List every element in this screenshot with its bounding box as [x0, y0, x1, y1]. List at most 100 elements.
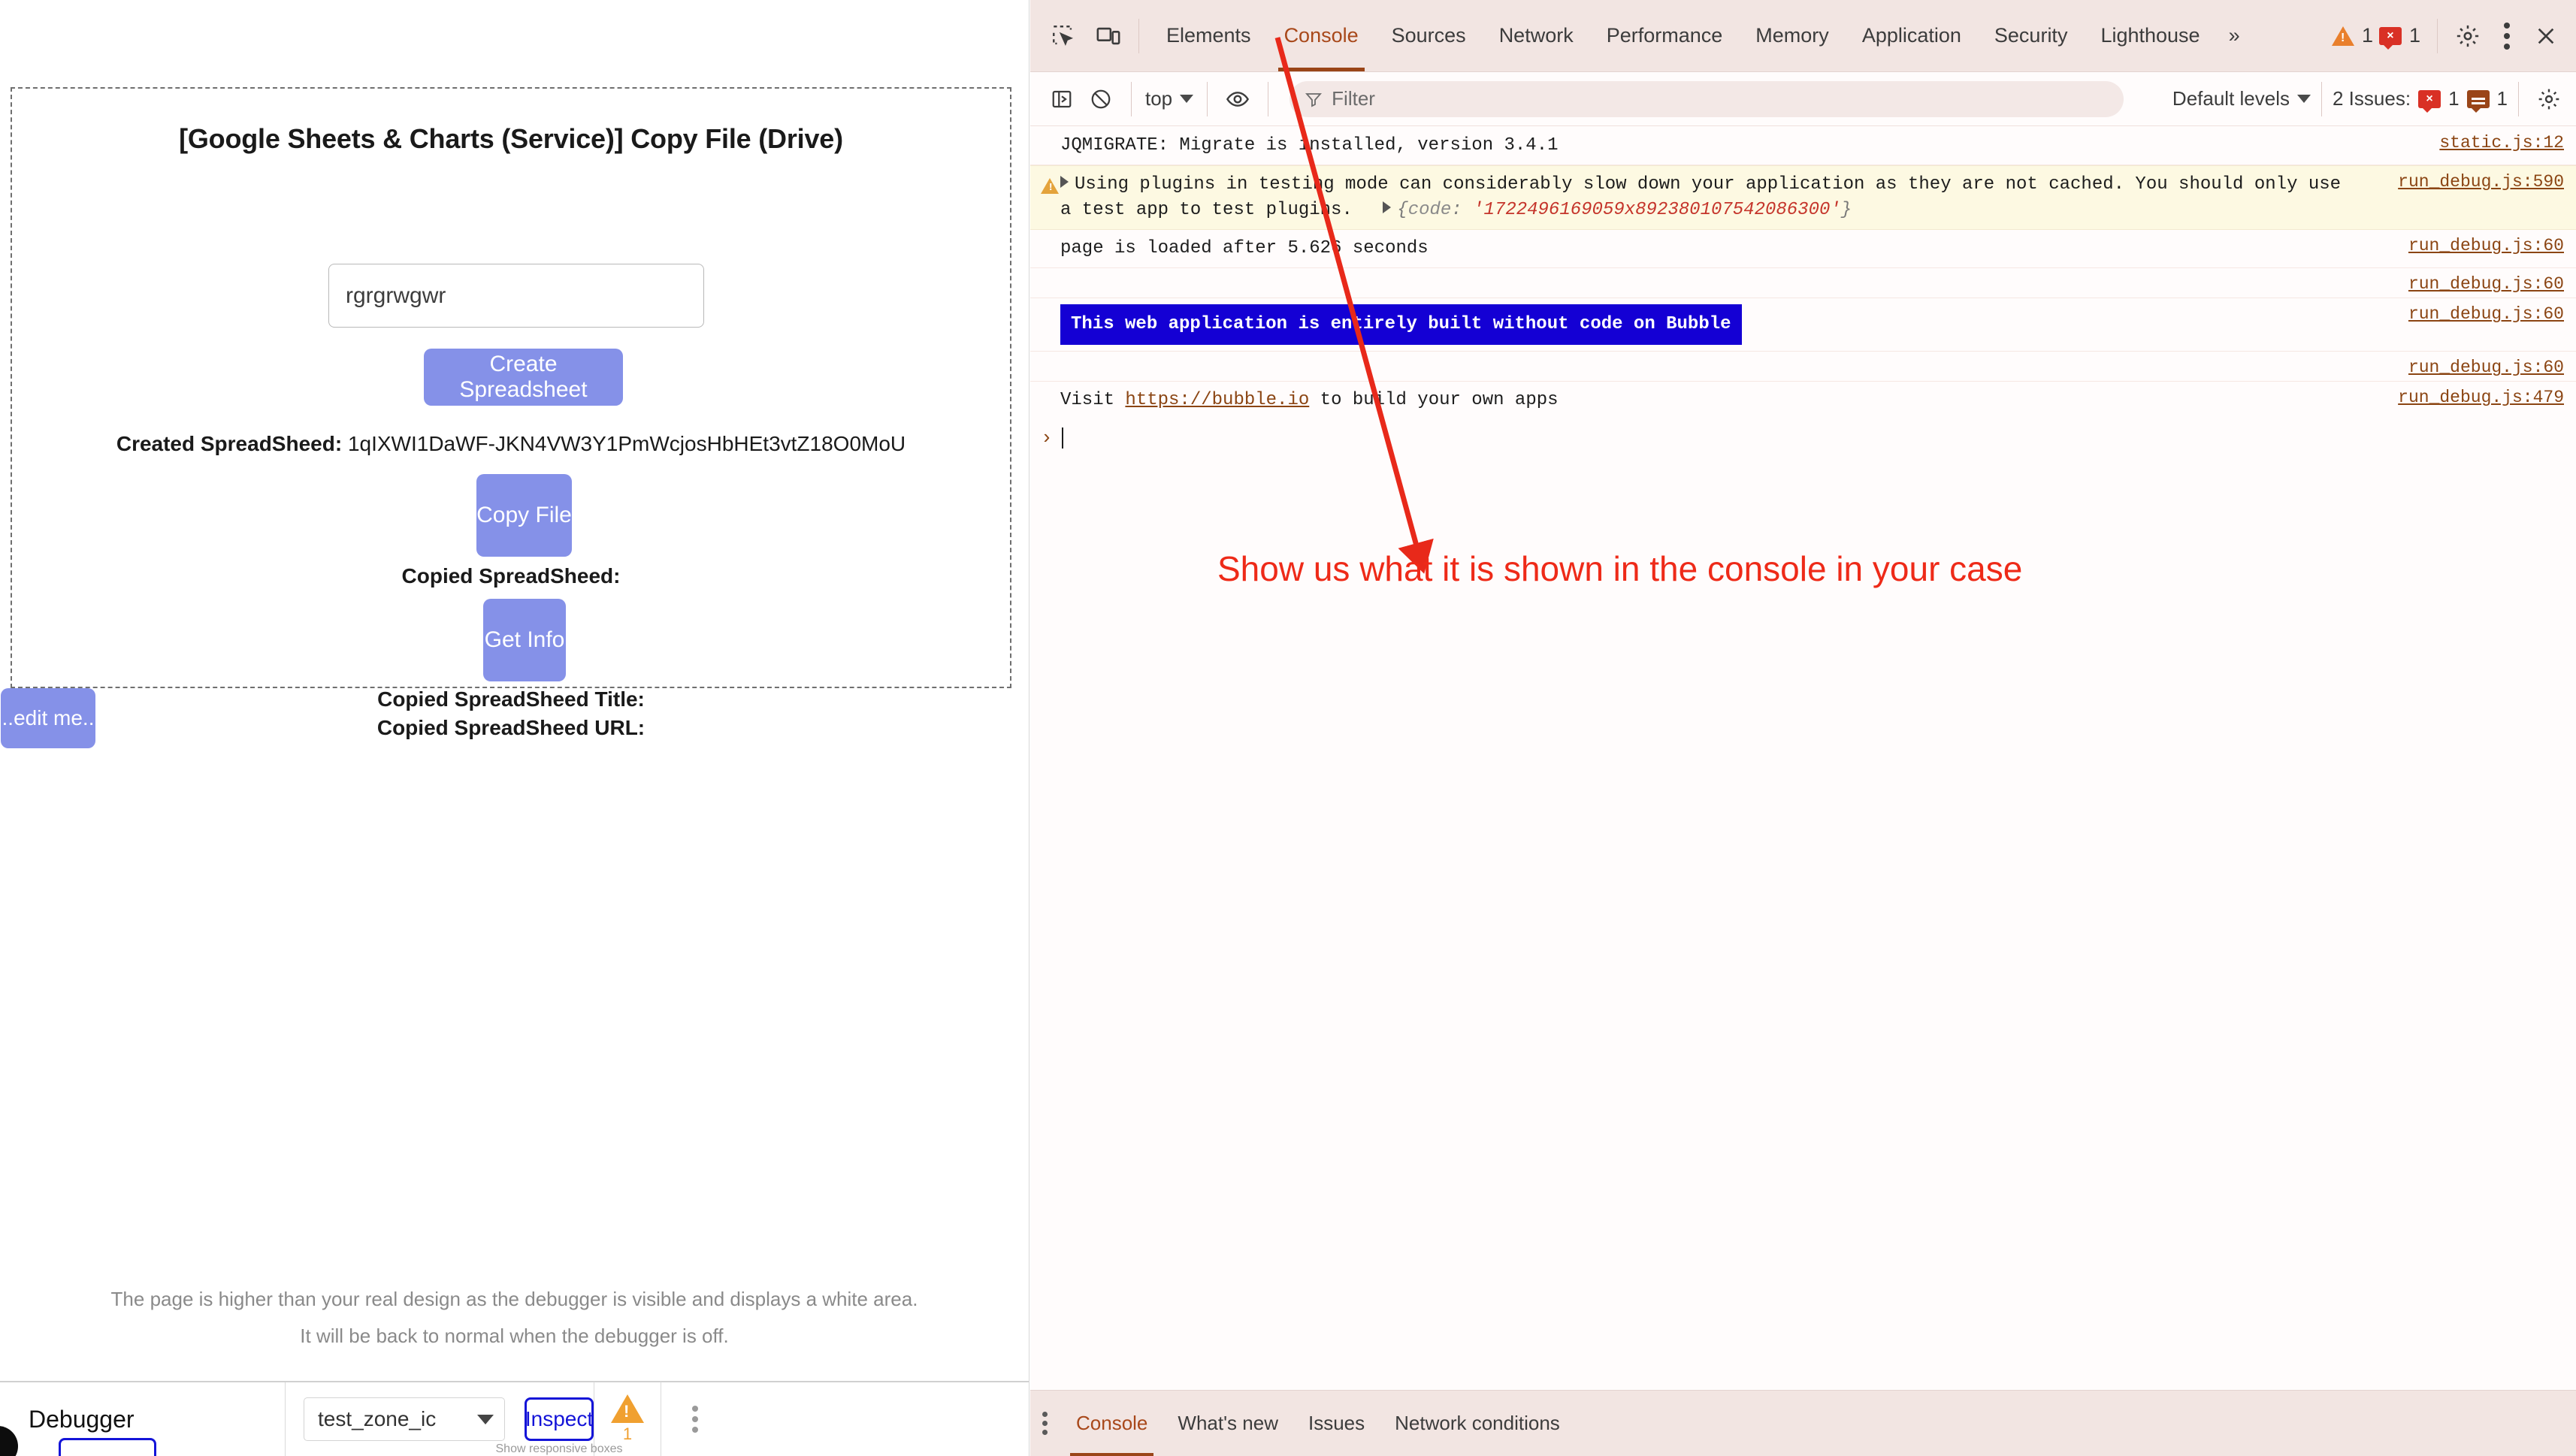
kebab-menu-icon[interactable] — [2487, 17, 2526, 56]
expand-arrow-icon[interactable] — [1383, 201, 1392, 214]
bubble-io-link[interactable]: https://bubble.io — [1125, 390, 1309, 410]
console-toolbar-right: Default levels 2 Issues: × 1 1 — [2172, 80, 2576, 119]
divider — [2321, 81, 2322, 116]
tab-network[interactable]: Network — [1483, 0, 1590, 71]
divider — [1138, 18, 1139, 53]
console-message-source[interactable]: run_debug.js:60 — [2408, 304, 2564, 324]
divider — [1207, 81, 1208, 116]
message-icon-slot — [1041, 274, 1060, 277]
clear-console-icon[interactable] — [1081, 80, 1120, 119]
bubble-banner-text: This web application is entirely built w… — [1060, 304, 1742, 346]
page-design-outline: [Google Sheets & Charts (Service)] Copy … — [11, 87, 1011, 739]
console-message-source[interactable]: static.js:12 — [2439, 133, 2564, 153]
debugger-note-line-1: The page is higher than your real design… — [110, 1288, 918, 1310]
tab-sources[interactable]: Sources — [1375, 0, 1483, 71]
console-message-empty[interactable]: run_debug.js:60 — [1030, 352, 2576, 382]
edit-me-button[interactable]: ...edit me... — [1, 688, 95, 748]
inspect-control: Inspect Show responsive boxes — [496, 1397, 622, 1455]
inspect-sublabel: Show responsive boxes — [495, 1442, 623, 1455]
tab-application[interactable]: Application — [1846, 0, 1978, 71]
console-message-list[interactable]: JQMIGRATE: Migrate is installed, version… — [1030, 127, 2576, 1390]
zone-select[interactable]: test_zone_ic — [304, 1397, 505, 1441]
drawer-tab-whats-new[interactable]: What's new — [1163, 1391, 1293, 1456]
create-spreadsheet-button[interactable]: Create Spreadsheet — [424, 349, 623, 406]
gear-icon[interactable] — [2448, 17, 2487, 56]
inspect-button[interactable]: Inspect — [525, 1397, 594, 1441]
drawer-tab-network-conditions[interactable]: Network conditions — [1380, 1391, 1575, 1456]
tab-security[interactable]: Security — [1978, 0, 2085, 71]
debugger-label: Debugger — [29, 1405, 135, 1433]
message-icon-slot — [1041, 172, 1060, 195]
chevron-down-icon — [477, 1414, 494, 1424]
screenshot-root: [Google Sheets & Charts (Service)] Copy … — [0, 0, 2576, 1456]
live-expression-eye-icon[interactable] — [1218, 80, 1257, 119]
copied-title-label: Copied SpreadSheed Title: — [377, 687, 645, 711]
console-warning-detail[interactable]: {code: '1722496169059x892380107542086300… — [1363, 198, 1852, 223]
expand-arrow-icon[interactable] — [1060, 176, 1069, 189]
message-icon-slot — [1041, 236, 1060, 239]
devtools-toolbar-icons — [1030, 17, 1128, 56]
debugger-warning-count: 1 — [622, 1424, 633, 1443]
prompt-chevron-icon: › — [1041, 427, 1053, 450]
console-message-text: page is loaded after 5.626 seconds — [1060, 238, 1429, 259]
console-message-source[interactable]: run_debug.js:60 — [2408, 358, 2564, 377]
console-message-source[interactable]: run_debug.js:60 — [2408, 236, 2564, 255]
detail-key: code — [1407, 200, 1452, 221]
log-levels-select[interactable]: Default levels — [2172, 87, 2311, 110]
console-message-banner[interactable]: This web application is entirely built w… — [1030, 298, 2576, 352]
console-prompt[interactable]: › — [1030, 419, 2576, 457]
close-icon[interactable] — [2526, 17, 2565, 56]
copy-file-button[interactable]: Copy File — [476, 474, 572, 557]
execution-context-select[interactable]: top — [1142, 87, 1196, 110]
devtools-toolbar: Elements Console Sources Network Perform… — [1030, 0, 2576, 72]
prompt-text-caret — [1061, 427, 1063, 449]
kebab-menu-icon — [692, 1406, 698, 1433]
tab-console[interactable]: Console — [1268, 0, 1375, 71]
copied-spreadsheet-row: Copied SpreadSheed: — [12, 564, 1010, 588]
warning-count: 1 — [2361, 24, 2373, 47]
console-filter-input[interactable]: Filter — [1290, 80, 2124, 117]
tab-lighthouse[interactable]: Lighthouse — [2084, 0, 2216, 71]
tab-elements[interactable]: Elements — [1150, 0, 1268, 71]
app-preview-pane: [Google Sheets & Charts (Service)] Copy … — [0, 0, 1029, 1456]
console-message-source[interactable]: run_debug.js:479 — [2398, 388, 2564, 407]
devtools-tabs: Elements Console Sources Network Perform… — [1150, 0, 2252, 71]
console-banner-body: This web application is entirely built w… — [1060, 304, 2576, 346]
console-message-empty[interactable]: run_debug.js:60 — [1030, 268, 2576, 299]
copied-url-row: Copied SpreadSheed URL: — [12, 716, 1010, 740]
console-settings-gear-icon[interactable] — [2529, 80, 2568, 119]
link-text-before: Visit — [1060, 390, 1126, 411]
warning-triangle-icon — [611, 1394, 644, 1423]
error-badge-group[interactable]: × 1 — [2378, 24, 2420, 50]
more-tabs-icon[interactable]: » — [2217, 24, 2252, 47]
divider — [2437, 18, 2438, 53]
warning-badge-group[interactable]: 1 — [2331, 24, 2373, 47]
drawer-tab-console[interactable]: Console — [1061, 1391, 1163, 1456]
console-sidebar-icon[interactable] — [1042, 80, 1081, 119]
console-warning-body: Using plugins in testing mode can consid… — [1060, 172, 2576, 223]
tab-performance[interactable]: Performance — [1590, 0, 1740, 71]
debugger-more-button[interactable] — [661, 1382, 729, 1456]
tab-memory[interactable]: Memory — [1739, 0, 1846, 71]
debugger-secondary-button[interactable] — [59, 1438, 156, 1456]
console-message-warning[interactable]: Using plugins in testing mode can consid… — [1030, 165, 2576, 231]
console-message-source[interactable]: run_debug.js:60 — [2408, 274, 2564, 294]
device-toolbar-icon[interactable] — [1089, 17, 1128, 56]
bubble-debugger-bar: Debugger test_zone_ic Inspect Show respo… — [0, 1381, 1029, 1456]
inspect-element-icon[interactable] — [1044, 17, 1083, 56]
devtools-drawer-tabs: Console What's new Issues Network condit… — [1030, 1390, 2576, 1456]
chevron-down-icon — [1180, 95, 1194, 103]
log-levels-value: Default levels — [2172, 87, 2290, 110]
console-message[interactable]: page is loaded after 5.626 seconds run_d… — [1030, 230, 2576, 269]
drawer-kebab-menu-icon[interactable] — [1042, 1412, 1048, 1435]
warning-triangle-icon — [2331, 26, 2354, 46]
issues-summary[interactable]: 2 Issues: × 1 1 — [2333, 87, 2508, 113]
console-message-source[interactable]: run_debug.js:590 — [2398, 172, 2564, 192]
issues-info-count: 1 — [2496, 87, 2508, 110]
console-message-link[interactable]: Visit https://bubble.io to build your ow… — [1030, 382, 2576, 419]
spreadsheet-name-input[interactable] — [328, 264, 704, 328]
console-message[interactable]: JQMIGRATE: Migrate is installed, version… — [1030, 127, 2576, 166]
get-info-button[interactable]: Get Info — [483, 599, 566, 681]
drawer-tab-issues[interactable]: Issues — [1293, 1391, 1380, 1456]
console-link-body: Visit https://bubble.io to build your ow… — [1060, 388, 2576, 413]
